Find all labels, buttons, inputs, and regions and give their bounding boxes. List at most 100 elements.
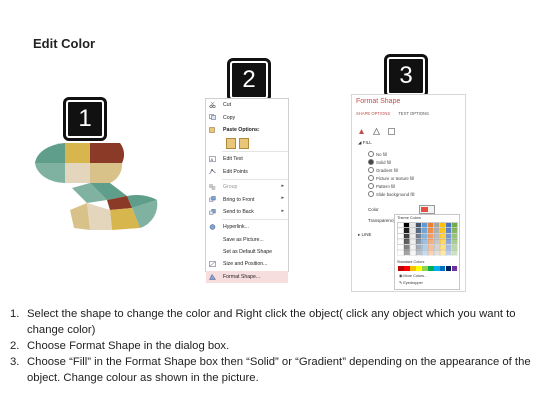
theme-color-swatch[interactable] bbox=[450, 243, 459, 251]
menu-item-cut[interactable]: Cut bbox=[206, 99, 288, 111]
standard-color-swatch[interactable] bbox=[415, 266, 422, 271]
theme-color-swatch[interactable] bbox=[438, 222, 447, 229]
theme-color-swatch[interactable] bbox=[415, 238, 423, 246]
line-section-header[interactable]: ▸ LINE bbox=[358, 232, 372, 238]
menu-item-send-to-back[interactable]: Send to Back ▸ bbox=[206, 206, 288, 218]
theme-color-swatch[interactable] bbox=[403, 227, 411, 235]
theme-color-swatch[interactable] bbox=[397, 227, 405, 235]
standard-color-swatch[interactable] bbox=[403, 266, 410, 271]
theme-color-swatch[interactable] bbox=[426, 243, 435, 251]
theme-color-swatch[interactable] bbox=[415, 248, 423, 256]
theme-color-swatch[interactable] bbox=[415, 222, 423, 229]
theme-color-swatch[interactable] bbox=[438, 227, 447, 235]
theme-color-swatch[interactable] bbox=[415, 227, 423, 235]
theme-color-swatch[interactable] bbox=[409, 232, 417, 240]
theme-color-swatch[interactable] bbox=[444, 227, 453, 235]
theme-color-swatch[interactable] bbox=[403, 243, 411, 251]
paste-picture-icon[interactable] bbox=[239, 137, 249, 149]
menu-item-edit-text[interactable]: A Edit Text bbox=[206, 153, 288, 165]
option-no-fill[interactable]: No fill bbox=[368, 151, 387, 157]
theme-color-swatch[interactable] bbox=[409, 227, 417, 235]
s-segment[interactable] bbox=[35, 163, 65, 184]
theme-color-swatch[interactable] bbox=[432, 238, 441, 246]
theme-color-swatch[interactable] bbox=[397, 243, 405, 251]
theme-color-swatch[interactable] bbox=[450, 248, 459, 256]
theme-color-swatch[interactable] bbox=[444, 232, 453, 240]
theme-color-swatch[interactable] bbox=[450, 227, 459, 235]
theme-color-swatch[interactable] bbox=[415, 243, 423, 251]
theme-color-swatch[interactable] bbox=[444, 243, 453, 251]
standard-color-swatch[interactable] bbox=[439, 266, 446, 271]
theme-color-swatch[interactable] bbox=[421, 232, 429, 240]
fill-line-icon[interactable] bbox=[358, 122, 365, 134]
s-segment[interactable] bbox=[35, 143, 65, 163]
s-segment[interactable] bbox=[65, 163, 90, 183]
more-colors-option[interactable]: ◉ More Colors... bbox=[399, 273, 427, 278]
theme-color-swatch[interactable] bbox=[421, 243, 429, 251]
size-properties-icon[interactable] bbox=[388, 122, 395, 135]
option-gradient-fill[interactable]: Gradient fill bbox=[368, 167, 398, 173]
theme-color-swatch[interactable] bbox=[403, 232, 411, 240]
theme-color-swatch[interactable] bbox=[438, 248, 447, 256]
s-segment[interactable] bbox=[70, 203, 90, 230]
menu-item-size-position[interactable]: Size and Position... bbox=[206, 258, 288, 270]
menu-item-copy[interactable]: Copy bbox=[206, 111, 288, 123]
theme-color-swatch[interactable] bbox=[426, 248, 435, 256]
theme-color-swatch[interactable] bbox=[426, 227, 435, 235]
theme-color-swatch[interactable] bbox=[403, 248, 411, 256]
theme-color-swatch[interactable] bbox=[397, 248, 405, 256]
theme-color-swatch[interactable] bbox=[426, 232, 435, 240]
theme-color-swatch[interactable] bbox=[409, 243, 417, 251]
theme-color-swatch[interactable] bbox=[409, 222, 417, 229]
menu-item-bring-to-front[interactable]: Bring to Front ▸ bbox=[206, 193, 288, 205]
theme-color-swatch[interactable] bbox=[403, 222, 411, 229]
tab-shape-options[interactable]: SHAPE OPTIONS bbox=[356, 111, 390, 116]
theme-color-swatch[interactable] bbox=[444, 238, 453, 246]
option-solid-fill[interactable]: Solid fill bbox=[368, 159, 391, 165]
theme-color-swatch[interactable] bbox=[450, 222, 459, 229]
s-segment[interactable] bbox=[90, 163, 123, 183]
fill-section-header[interactable]: ◢ FILL bbox=[358, 140, 372, 146]
standard-color-swatch[interactable] bbox=[445, 266, 452, 271]
effects-icon[interactable] bbox=[373, 122, 380, 135]
theme-color-swatch[interactable] bbox=[421, 238, 429, 246]
theme-color-swatch[interactable] bbox=[438, 232, 447, 240]
menu-item-hyperlink[interactable]: Hyperlink... bbox=[206, 221, 288, 233]
menu-item-group[interactable]: Group ▸ bbox=[206, 181, 288, 193]
s-segment[interactable] bbox=[87, 203, 112, 230]
menu-item-edit-points[interactable]: Edit Points bbox=[206, 166, 288, 178]
theme-color-swatch[interactable] bbox=[421, 222, 429, 229]
theme-color-swatch[interactable] bbox=[432, 222, 441, 229]
theme-color-swatch[interactable] bbox=[426, 238, 435, 246]
standard-color-swatch[interactable] bbox=[451, 266, 458, 271]
theme-color-swatch[interactable] bbox=[403, 238, 411, 246]
theme-color-swatch[interactable] bbox=[432, 248, 441, 256]
theme-color-swatch[interactable] bbox=[432, 227, 441, 235]
color-dropdown-button[interactable] bbox=[419, 205, 435, 214]
standard-color-swatch[interactable] bbox=[427, 266, 434, 271]
theme-color-swatch[interactable] bbox=[432, 232, 441, 240]
theme-color-swatch[interactable] bbox=[450, 238, 459, 246]
menu-item-save-as-picture[interactable]: Save as Picture... bbox=[206, 234, 288, 246]
theme-color-swatch[interactable] bbox=[426, 222, 435, 229]
theme-color-swatch[interactable] bbox=[397, 238, 405, 246]
tab-text-options[interactable]: TEXT OPTIONS bbox=[398, 111, 429, 116]
standard-color-swatch[interactable] bbox=[421, 266, 428, 271]
menu-item-format-shape[interactable]: Format Shape... bbox=[206, 270, 288, 284]
theme-color-swatch[interactable] bbox=[444, 248, 453, 256]
theme-color-swatch[interactable] bbox=[444, 222, 453, 229]
theme-color-swatch[interactable] bbox=[438, 238, 447, 246]
s-shape-svg[interactable] bbox=[32, 138, 167, 238]
paste-keep-format-icon[interactable] bbox=[226, 137, 236, 149]
eyedropper-option[interactable]: ✎ Eyedropper bbox=[399, 280, 423, 285]
theme-color-swatch[interactable] bbox=[421, 227, 429, 235]
theme-color-swatch[interactable] bbox=[397, 232, 405, 240]
s-segment[interactable] bbox=[90, 143, 125, 163]
s-segment[interactable] bbox=[65, 143, 90, 163]
theme-color-swatch[interactable] bbox=[415, 232, 423, 240]
standard-color-swatch[interactable] bbox=[409, 266, 416, 271]
theme-color-swatch[interactable] bbox=[397, 222, 405, 229]
theme-color-swatch[interactable] bbox=[409, 248, 417, 256]
theme-color-swatch[interactable] bbox=[432, 243, 441, 251]
option-pattern-fill[interactable]: Pattern fill bbox=[368, 183, 395, 189]
